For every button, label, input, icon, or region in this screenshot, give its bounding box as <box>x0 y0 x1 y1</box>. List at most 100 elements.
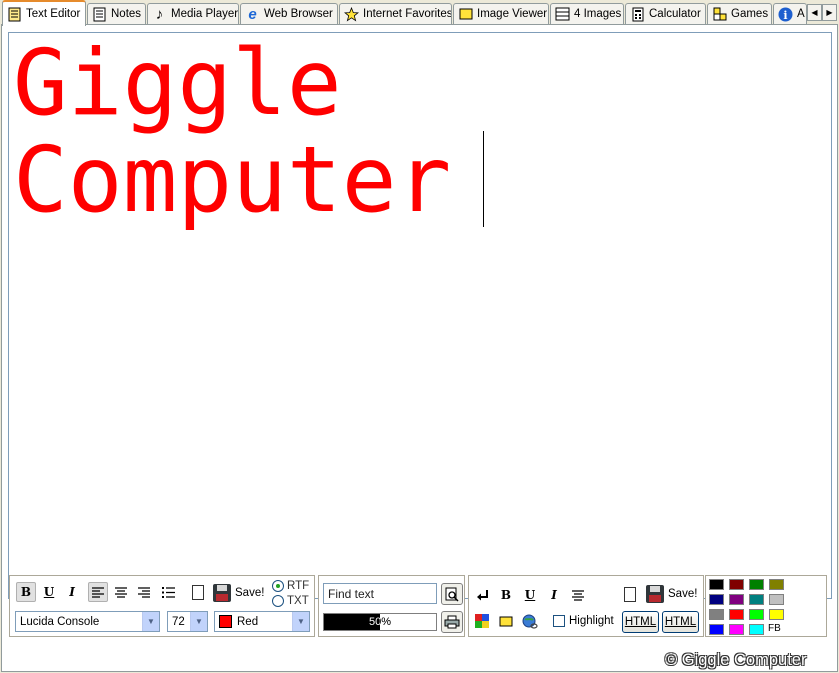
note-icon <box>499 616 513 626</box>
copyright-watermark: © Giggle Computer <box>665 651 807 669</box>
html-save-button[interactable]: Save! <box>646 585 697 603</box>
enter-arrow-icon <box>476 589 488 600</box>
html-bold-button[interactable]: B <box>496 585 516 605</box>
tab-calculator[interactable]: Calculator <box>625 3 706 24</box>
color-swatch[interactable] <box>749 579 764 590</box>
info-icon: i <box>778 7 793 22</box>
tab-web-browser[interactable]: e Web Browser <box>240 3 338 24</box>
align-right-icon <box>138 586 150 598</box>
format-toolbar: B U I Save! RTF TXT Lucida Console ▼ 72 … <box>9 575 315 637</box>
html-italic-button[interactable]: I <box>544 585 564 605</box>
chevron-down-icon[interactable]: ▼ <box>190 612 207 631</box>
align-center-button[interactable] <box>111 582 131 602</box>
floppy-disk-icon <box>213 584 231 602</box>
find-button[interactable] <box>441 583 463 605</box>
magnifier-document-icon <box>445 587 459 602</box>
music-note-icon: ♪ <box>155 5 164 23</box>
browser-e-icon: e <box>248 5 257 23</box>
bold-button[interactable]: B <box>16 582 36 602</box>
txt-radio[interactable]: TXT <box>272 595 309 607</box>
highlight-checkbox[interactable]: Highlight <box>553 615 614 627</box>
image-viewer-icon <box>458 7 473 22</box>
tab-internet-favorites[interactable]: Internet Favorites <box>339 3 452 24</box>
tab-text-editor[interactable]: Text Editor <box>2 0 86 26</box>
text-editor-icon <box>7 7 22 22</box>
txt-label: TXT <box>287 595 309 607</box>
calculator-icon <box>630 7 645 22</box>
tab-scroll-left-button[interactable]: ◀ <box>807 4 822 21</box>
tab-scroll-right-button[interactable]: ▶ <box>822 4 837 21</box>
font-color-value: Red <box>237 615 259 628</box>
games-icon <box>712 7 727 22</box>
tab-bar: Text Editor Notes ♪ Media Player e Web B… <box>0 0 839 26</box>
color-swatch[interactable] <box>749 624 764 635</box>
tab-label: Games <box>731 8 769 20</box>
font-color-select[interactable]: Red ▼ <box>214 611 310 632</box>
align-right-button[interactable] <box>134 582 154 602</box>
html-center-button[interactable] <box>568 585 588 605</box>
color-swatch[interactable] <box>709 624 724 635</box>
color-swatch[interactable] <box>769 594 784 605</box>
html-button-2[interactable]: HTML <box>662 611 699 633</box>
print-button[interactable] <box>441 611 463 633</box>
chevron-down-icon[interactable]: ▼ <box>142 612 159 631</box>
chevron-down-icon[interactable]: ▼ <box>292 612 309 631</box>
align-left-button[interactable] <box>88 582 108 602</box>
globe-link-icon <box>522 614 538 629</box>
font-size-select[interactable]: 72 ▼ <box>167 611 208 632</box>
color-swatch[interactable] <box>729 579 744 590</box>
color-swatch[interactable] <box>709 579 724 590</box>
checkbox-box <box>553 615 565 627</box>
find-text-input[interactable]: Find text <box>323 583 437 604</box>
tab-label: Internet Favorites <box>363 8 452 20</box>
rtf-radio[interactable]: RTF <box>272 580 309 592</box>
svg-text:i: i <box>783 9 787 22</box>
tab-games[interactable]: Games <box>707 3 772 24</box>
editor-line-1: Giggle <box>13 32 342 136</box>
tab-label: 4 Images <box>574 8 622 20</box>
color-swatch[interactable] <box>729 609 744 620</box>
color-swatch[interactable] <box>769 579 784 590</box>
tab-label: Notes <box>111 8 142 20</box>
color-swatch[interactable] <box>709 609 724 620</box>
insert-link-button[interactable] <box>520 611 540 631</box>
rich-text-editor[interactable]: Giggle Computer <box>8 32 832 599</box>
color-swatch[interactable] <box>749 609 764 620</box>
new-document-icon[interactable] <box>192 585 204 600</box>
color-swatch[interactable] <box>709 594 724 605</box>
line-break-button[interactable] <box>472 585 492 605</box>
arrow-left-icon: ◀ <box>811 8 818 17</box>
save-label: Save! <box>235 587 265 599</box>
color-swatch[interactable] <box>749 594 764 605</box>
save-button[interactable]: Save! <box>213 584 264 602</box>
tab-notes[interactable]: Notes <box>87 3 146 24</box>
radio-dot <box>272 595 284 607</box>
tab-image-viewer[interactable]: Image Viewer <box>453 3 549 24</box>
arrow-right-icon: ▶ <box>826 8 833 17</box>
underline-button[interactable]: U <box>39 582 59 602</box>
tab-about[interactable]: i A <box>773 3 807 24</box>
bullet-list-button[interactable] <box>158 582 178 602</box>
html-new-document-icon[interactable] <box>624 587 636 602</box>
highlight-label: Highlight <box>569 615 614 627</box>
color-palette: FB <box>705 575 827 637</box>
insert-note-button[interactable] <box>496 611 516 631</box>
align-center-icon <box>572 589 584 601</box>
color-swatch[interactable] <box>729 594 744 605</box>
tab-media-player[interactable]: ♪ Media Player <box>147 3 239 24</box>
floppy-disk-icon <box>646 585 664 603</box>
color-swatch[interactable] <box>769 609 784 620</box>
align-left-icon <box>92 586 104 598</box>
color-swatch[interactable] <box>729 624 744 635</box>
tab-4-images[interactable]: 4 Images <box>550 3 624 24</box>
html-underline-button[interactable]: U <box>520 585 540 605</box>
colored-squares-icon <box>475 614 489 628</box>
font-name-select[interactable]: Lucida Console ▼ <box>15 611 160 632</box>
tab-label: A <box>797 8 805 20</box>
star-icon <box>344 6 359 22</box>
progress-label: 50% <box>368 616 392 628</box>
html-button-1[interactable]: HTML <box>622 611 659 633</box>
notes-icon <box>92 7 107 22</box>
italic-button[interactable]: I <box>62 582 82 602</box>
insert-image-button[interactable] <box>472 611 492 631</box>
